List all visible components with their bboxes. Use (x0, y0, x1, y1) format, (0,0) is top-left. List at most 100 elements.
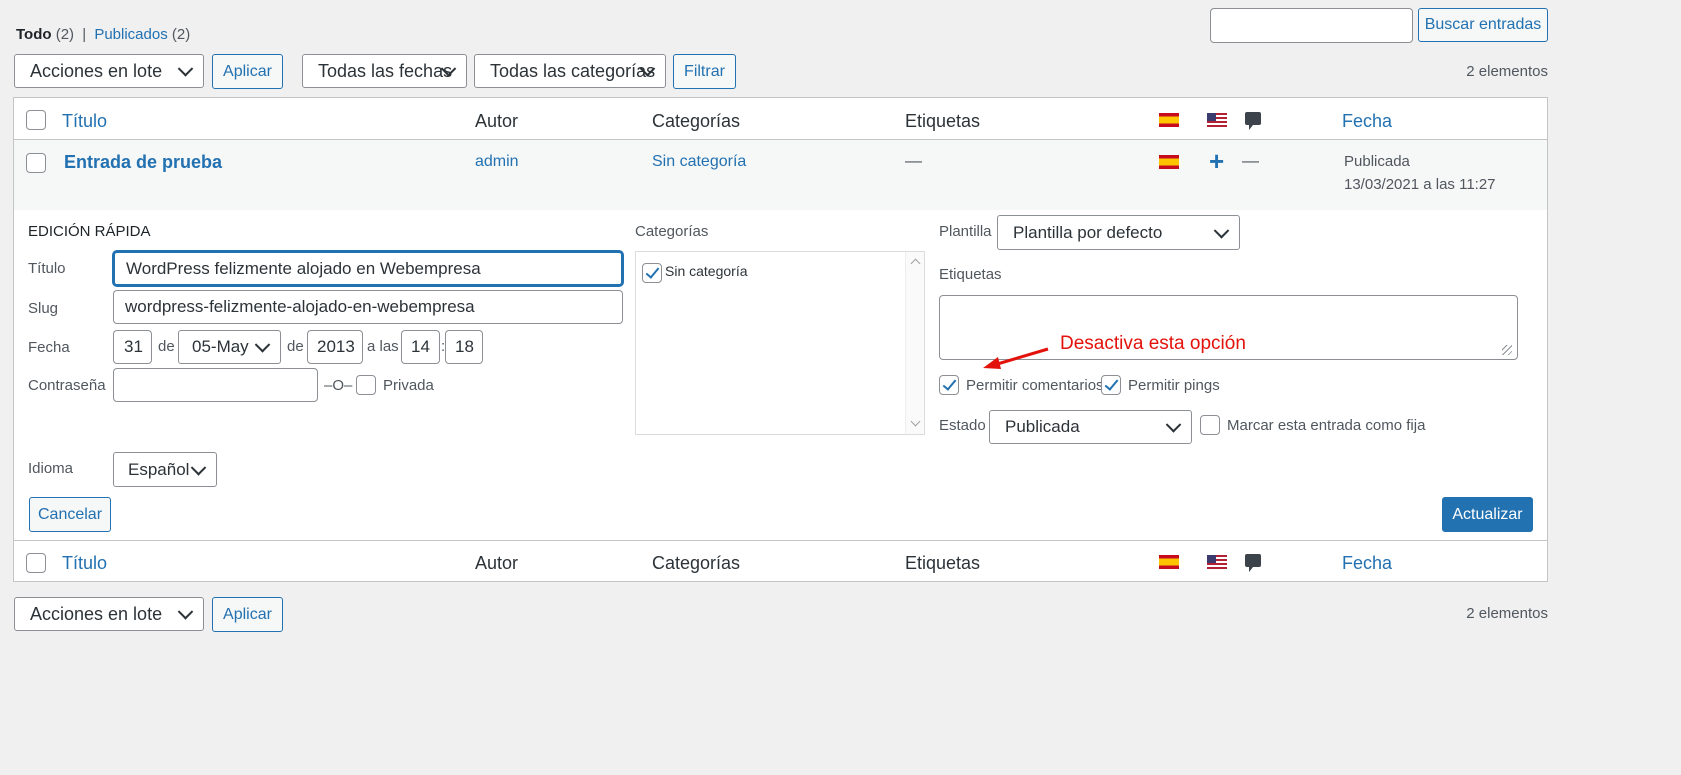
tags-label: Etiquetas (939, 266, 1002, 283)
filter-published-count: (2) (171, 26, 191, 43)
allow-pings-label: Permitir pings (1128, 377, 1220, 394)
search-input[interactable] (1210, 8, 1413, 43)
us-flag-icon (1207, 555, 1227, 569)
spain-flag-icon[interactable] (1159, 155, 1179, 169)
row-tags: — (905, 151, 922, 170)
apply-button[interactable]: Aplicar (212, 54, 283, 89)
bulk-actions-bottom-select[interactable]: Acciones en lote (14, 597, 204, 631)
annotation-text: Desactiva esta opción (1060, 333, 1246, 354)
minute-input[interactable]: 18 (445, 330, 483, 364)
slug-label: Slug (28, 300, 59, 317)
select-all-footer-checkbox[interactable] (26, 553, 46, 573)
language-label: Idioma (28, 460, 74, 477)
spain-flag-icon (1159, 555, 1179, 569)
filter-separator: | (82, 26, 87, 43)
status-select[interactable]: Publicada (989, 410, 1192, 444)
or-separator: –O– (324, 377, 353, 394)
day-input[interactable]: 31 (113, 330, 152, 364)
quick-edit-heading: EDICIÓN RÁPIDA (28, 223, 151, 240)
row-category[interactable]: Sin categoría (652, 153, 746, 171)
column-categories: Categorías (652, 111, 741, 131)
year-input[interactable]: 2013 (307, 330, 363, 364)
comment-icon (1245, 112, 1261, 130)
category-sin-categoria-label: Sin categoría (665, 263, 748, 279)
chevron-down-icon (177, 604, 194, 620)
filter-all[interactable]: Todo (16, 26, 52, 43)
password-input[interactable] (113, 368, 318, 402)
us-flag-icon (1207, 113, 1227, 127)
dates-filter-select[interactable]: Todas las fechas (302, 54, 467, 88)
footer-column-tags: Etiquetas (905, 553, 981, 573)
row-status: Publicada (1344, 153, 1410, 170)
categories-label: Categorías (635, 223, 709, 240)
search-posts-button[interactable]: Buscar entradas (1418, 8, 1548, 42)
template-value: Plantilla por defecto (1013, 222, 1163, 242)
status-label: Estado (939, 417, 986, 434)
template-select[interactable]: Plantilla por defecto (997, 215, 1240, 250)
sticky-label: Marcar esta entrada como fija (1227, 417, 1426, 434)
filter-button[interactable]: Filtrar (673, 54, 736, 89)
categories-filter-value: Todas las categorías (490, 60, 656, 81)
template-label: Plantilla (939, 223, 992, 240)
date-de-label: de (158, 338, 175, 355)
sticky-checkbox[interactable] (1200, 415, 1220, 435)
hour-input[interactable]: 14 (401, 330, 440, 364)
category-sin-categoria-checkbox[interactable] (642, 263, 662, 283)
categories-filter-select[interactable]: Todas las categorías (474, 54, 666, 88)
row-post-title[interactable]: Entrada de prueba (64, 152, 222, 173)
add-translation-icon[interactable]: + (1209, 146, 1224, 177)
row-author[interactable]: admin (475, 153, 519, 171)
chevron-down-icon (177, 61, 194, 77)
title-label: Título (28, 260, 66, 277)
row-background (14, 140, 1547, 210)
status-filters: Todo (2) | Publicados (2) (16, 26, 190, 43)
row-datetime: 13/03/2021 a las 11:27 (1344, 176, 1496, 193)
status-value: Publicada (1005, 417, 1080, 436)
chevron-down-icon (1165, 417, 1182, 433)
at-label: a las (367, 338, 399, 355)
dates-filter-value: Todas las fechas (318, 60, 453, 81)
spain-flag-icon (1159, 113, 1179, 127)
filter-all-count: (2) (55, 26, 75, 43)
allow-comments-label: Permitir comentarios (966, 377, 1104, 394)
allow-pings-checkbox[interactable] (1101, 375, 1121, 395)
scrollbar[interactable] (905, 252, 924, 434)
date-de2-label: de (287, 338, 304, 355)
chevron-down-icon (190, 459, 207, 476)
row-checkbox[interactable] (26, 153, 46, 173)
language-select[interactable]: Español (113, 452, 217, 487)
language-value: Español (128, 459, 190, 479)
allow-comments-checkbox[interactable] (939, 375, 959, 395)
resize-handle-icon[interactable] (1502, 345, 1512, 355)
private-label: Privada (383, 377, 434, 394)
footer-column-date[interactable]: Fecha (1342, 553, 1392, 574)
update-button[interactable]: Actualizar (1442, 497, 1533, 532)
date-label: Fecha (28, 339, 70, 356)
column-author: Autor (475, 111, 519, 131)
item-count-top: 2 elementos (1466, 63, 1548, 80)
month-value: 05-May (192, 337, 249, 356)
title-input[interactable]: WordPress felizmente alojado en Webempre… (113, 251, 623, 286)
column-date[interactable]: Fecha (1342, 111, 1392, 132)
column-tags: Etiquetas (905, 111, 981, 131)
column-title[interactable]: Título (62, 111, 107, 132)
slug-input[interactable]: wordpress-felizmente-alojado-en-webempre… (113, 290, 623, 324)
bulk-actions-select[interactable]: Acciones en lote (14, 54, 204, 88)
apply-bottom-button[interactable]: Aplicar (212, 597, 283, 632)
chevron-down-icon (254, 337, 271, 353)
footer-divider (14, 540, 1547, 541)
footer-column-categories: Categorías (652, 553, 741, 573)
chevron-down-icon (1213, 222, 1230, 239)
bulk-actions-value: Acciones en lote (30, 60, 163, 81)
private-checkbox[interactable] (356, 375, 376, 395)
filter-published[interactable]: Publicados (94, 26, 167, 43)
comment-icon (1245, 554, 1261, 572)
annotation-arrow-icon (983, 347, 1049, 369)
footer-column-title[interactable]: Título (62, 553, 107, 574)
password-label: Contraseña (28, 377, 106, 394)
cancel-button[interactable]: Cancelar (29, 497, 111, 532)
footer-column-author: Autor (475, 553, 519, 573)
select-all-checkbox[interactable] (26, 110, 46, 130)
row-comments: — (1242, 151, 1259, 170)
month-select[interactable]: 05-May (178, 330, 281, 364)
